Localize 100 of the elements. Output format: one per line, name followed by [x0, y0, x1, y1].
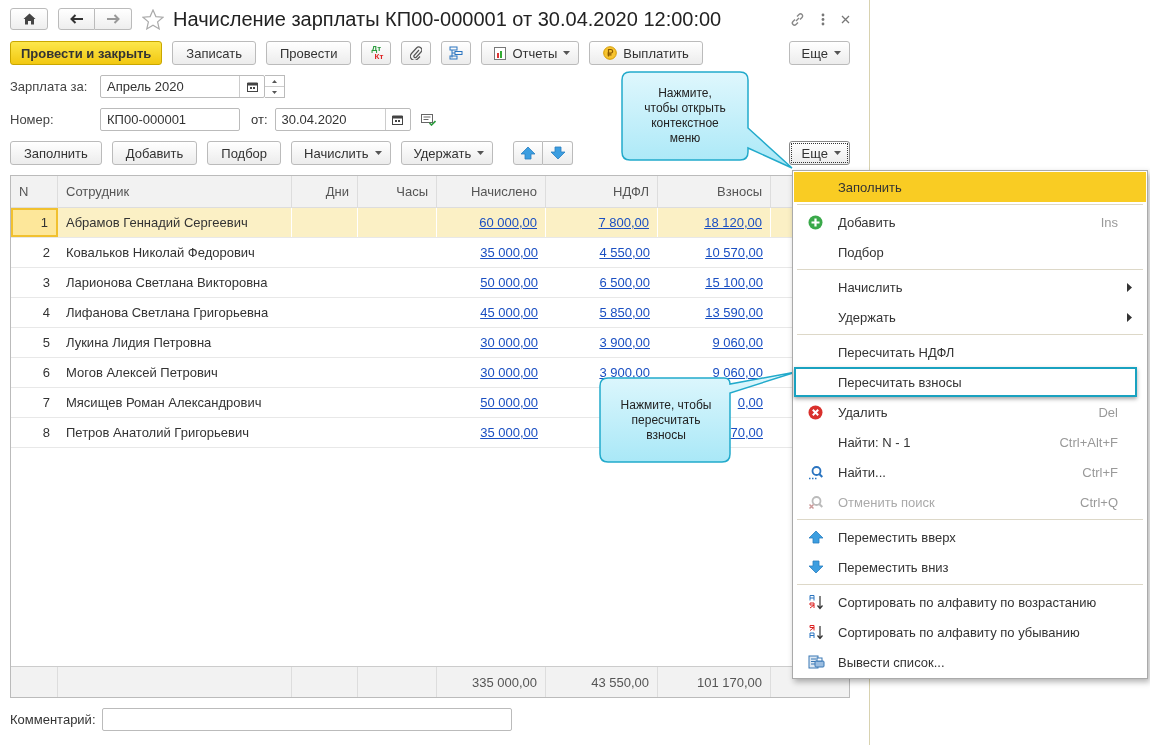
contributions-link[interactable]: 18 120,00 — [704, 215, 762, 230]
dropdown-button[interactable]: Начислить — [291, 141, 391, 165]
row-number[interactable]: 2 — [11, 238, 58, 267]
contributions-link[interactable]: 9 060,00 — [712, 365, 763, 380]
search-icon — [808, 464, 823, 480]
menu-item[interactable]: Сортировать по алфавиту по возрастанию — [794, 587, 1146, 617]
ndfl-link[interactable]: 6 500,00 — [599, 275, 650, 290]
menu-item[interactable]: Переместить вверх — [794, 522, 1146, 552]
employee-name: Абрамов Геннадий Сергеевич — [58, 208, 292, 237]
back-button[interactable] — [58, 8, 95, 30]
accrued-link[interactable]: 35 000,00 — [480, 425, 538, 440]
debit-credit-button[interactable]: Дт Кт — [361, 41, 392, 65]
post-and-close-button[interactable]: Провести и закрыть — [10, 41, 163, 65]
caret-icon — [563, 51, 571, 55]
menu-item[interactable]: Сортировать по алфавиту по убыванию — [794, 617, 1146, 647]
contributions-link[interactable]: 15 100,00 — [705, 275, 763, 290]
column-header[interactable]: НДФЛ — [546, 176, 658, 207]
star-icon[interactable] — [142, 8, 164, 30]
callout-text: Нажмите, чтобы открыть контекстное меню — [643, 86, 727, 146]
structure-button[interactable] — [441, 41, 472, 65]
accrued-link[interactable]: 50 000,00 — [480, 395, 538, 410]
dropdown-button[interactable]: Удержать — [400, 141, 494, 165]
toolbar-button[interactable]: Заполнить — [10, 141, 102, 165]
row-number[interactable]: 6 — [11, 358, 58, 387]
ndfl-link[interactable]: 3 900,00 — [599, 365, 650, 380]
coin-icon — [603, 46, 618, 60]
column-header[interactable]: N — [11, 176, 58, 207]
menu-item[interactable]: Заполнить — [794, 172, 1146, 202]
column-header[interactable]: Часы — [358, 176, 437, 207]
report-icon — [494, 46, 507, 60]
ndfl-link[interactable]: 4 550,00 — [599, 245, 650, 260]
accrued-link[interactable]: 60 000,00 — [479, 215, 537, 230]
row-number[interactable]: 3 — [11, 268, 58, 297]
column-header[interactable]: Начислено — [437, 176, 546, 207]
row-number[interactable]: 7 — [11, 388, 58, 417]
comment-check-icon[interactable] — [420, 113, 436, 126]
field-label: Комментарий: — [10, 712, 96, 727]
sort-ascending-icon — [808, 594, 824, 610]
menu-item[interactable]: Удалить Del — [794, 397, 1146, 427]
number-field[interactable]: КП00-000001 — [100, 108, 240, 131]
menu-item[interactable]: Подбор — [794, 237, 1146, 267]
row-number[interactable]: 1 — [11, 208, 58, 237]
accrued-link[interactable]: 50 000,00 — [480, 275, 538, 290]
right-arrow-icon — [106, 14, 120, 24]
period-field[interactable]: Апрель 2020 — [100, 75, 265, 98]
row-number[interactable]: 4 — [11, 298, 58, 327]
reports-button[interactable]: Отчеты — [481, 41, 580, 65]
contributions-link[interactable]: 0,00 — [737, 395, 763, 410]
menu-item[interactable]: Удержать — [794, 302, 1146, 332]
menu-item[interactable]: Пересчитать взносы — [794, 367, 1137, 397]
sort-descending-icon — [808, 624, 824, 640]
window-title: Начисление зарплаты КП00-000001 от 30.04.2020 12:00:00 — [173, 7, 723, 31]
menu-item[interactable]: Переместить вниз — [794, 552, 1146, 582]
close-icon[interactable] — [841, 14, 850, 24]
submenu-arrow-icon — [1127, 312, 1132, 322]
add-icon — [808, 214, 823, 230]
menu-item[interactable]: Начислить — [794, 272, 1146, 302]
more-button[interactable]: Еще — [788, 141, 850, 165]
move-up-icon — [520, 146, 537, 160]
field-label: Зарплата за: — [10, 79, 89, 94]
date-field[interactable]: 30.04.2020 — [274, 108, 411, 131]
ndfl-link[interactable]: 7 800,00 — [598, 215, 649, 230]
contributions-link[interactable]: 9 060,00 — [712, 335, 763, 350]
accrued-link[interactable]: 45 000,00 — [480, 305, 538, 320]
menu-item[interactable]: Найти: N - 1 Ctrl+Alt+F — [794, 427, 1146, 457]
home-button[interactable] — [10, 8, 48, 30]
row-number[interactable]: 8 — [11, 418, 58, 447]
column-header[interactable]: Дни — [292, 176, 358, 207]
contributions-link[interactable]: 10 570,00 — [705, 245, 763, 260]
move-up-button[interactable] — [513, 141, 544, 165]
menu-item[interactable]: Добавить Ins — [794, 207, 1146, 237]
link-icon[interactable] — [790, 11, 805, 27]
move-down-button[interactable] — [543, 141, 574, 165]
accrued-link[interactable]: 35 000,00 — [480, 245, 538, 260]
attach-button[interactable] — [401, 41, 432, 65]
spin-control[interactable] — [265, 75, 285, 98]
toolbar-button[interactable]: Подбор — [207, 141, 282, 165]
menu-item[interactable]: Пересчитать НДФЛ — [794, 337, 1146, 367]
ndfl-link[interactable]: 3 900,00 — [599, 335, 650, 350]
accrued-link[interactable]: 30 000,00 — [480, 335, 538, 350]
pay-button[interactable]: Выплатить — [589, 41, 703, 65]
more-button[interactable]: Еще — [788, 41, 850, 65]
menu-item[interactable]: Найти... Ctrl+F — [794, 457, 1146, 487]
employee-name: Мясищев Роман Александрович — [65, 394, 263, 412]
menu-item[interactable]: Вывести список... — [794, 647, 1146, 677]
comment-field[interactable] — [101, 708, 512, 731]
toolbar-button[interactable]: Записать — [172, 41, 256, 65]
spin-up-icon[interactable] — [272, 79, 277, 83]
toolbar-button[interactable]: Провести — [265, 41, 352, 65]
total-value: 335 000,00 — [471, 674, 537, 690]
contributions-link[interactable]: 70,00 — [730, 425, 763, 440]
contributions-link[interactable]: 13 590,00 — [705, 305, 763, 320]
accrued-link[interactable]: 30 000,00 — [480, 365, 538, 380]
ndfl-link[interactable]: 5 850,00 — [599, 305, 650, 320]
column-header[interactable]: Сотрудник — [58, 176, 292, 207]
spin-down-icon[interactable] — [272, 90, 277, 94]
more-icon[interactable] — [821, 12, 825, 26]
column-header[interactable]: Взносы — [658, 176, 771, 207]
row-number[interactable]: 5 — [11, 328, 58, 357]
toolbar-button[interactable]: Добавить — [111, 141, 198, 165]
